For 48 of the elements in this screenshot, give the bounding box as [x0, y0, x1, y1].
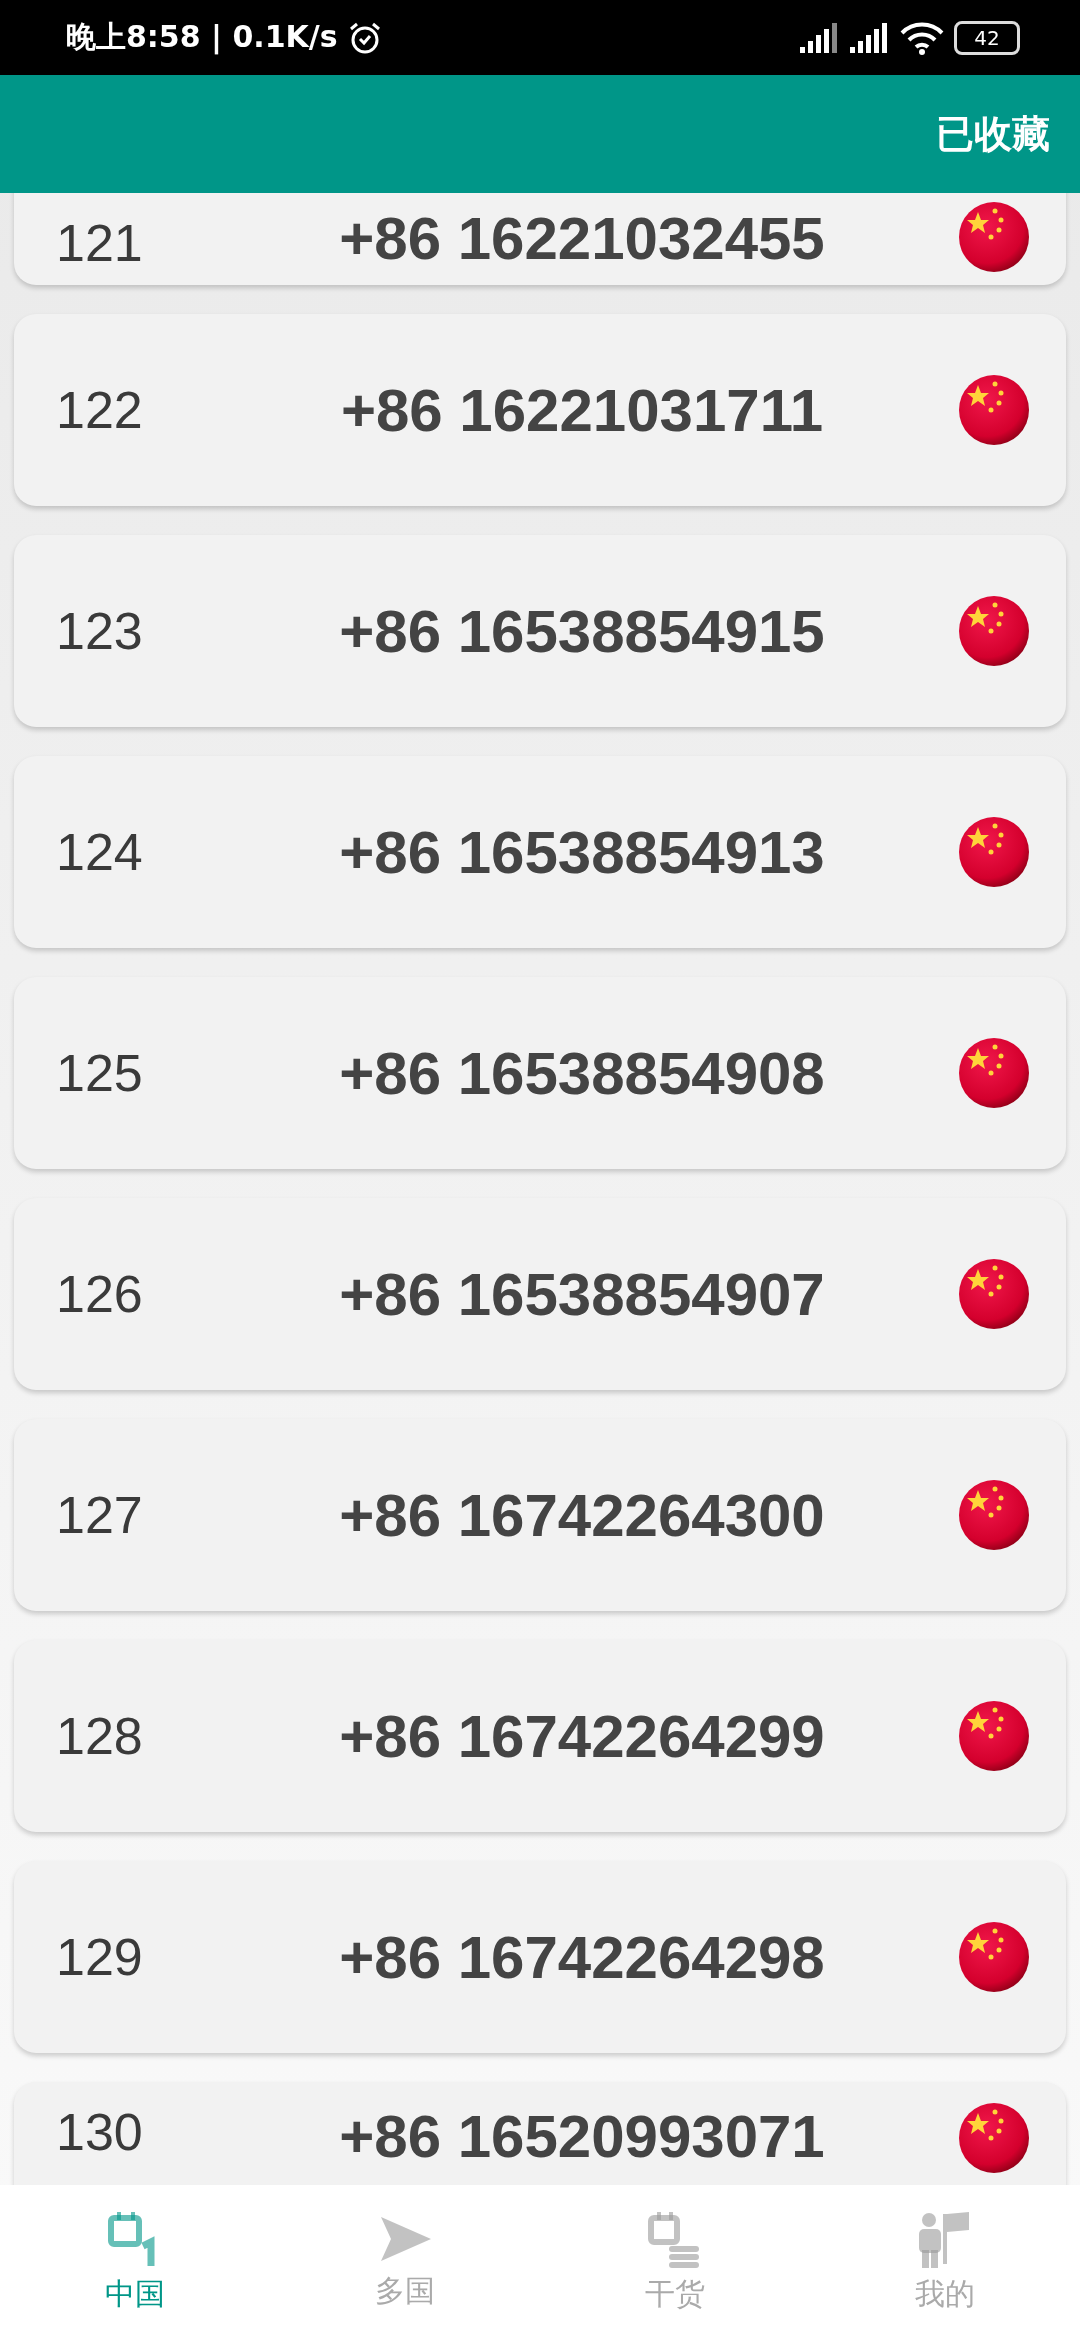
signal-icon: [800, 22, 840, 53]
row-index: 127: [56, 1485, 144, 1545]
phone-number: +86 16538854908: [338, 1038, 826, 1108]
china-flag-icon: [958, 2102, 1030, 2174]
row-index: 129: [56, 1927, 144, 1987]
china-flag-icon: [958, 201, 1030, 273]
alarm-icon: [347, 20, 382, 55]
row-index: 125: [56, 1043, 144, 1103]
wifi-icon: [900, 20, 944, 55]
china-flag-icon: [958, 816, 1030, 888]
row-index: 123: [56, 601, 144, 661]
row-index: 126: [56, 1264, 144, 1324]
china-flag-icon: [958, 1037, 1030, 1109]
china-flag-icon: [958, 1479, 1030, 1551]
phone-number: +86 16538854913: [338, 817, 826, 887]
number-card[interactable]: 123 +86 16538854915: [14, 535, 1066, 727]
phone-number: +86 16538854915: [338, 596, 826, 666]
row-index: 121: [56, 213, 144, 273]
number-card[interactable]: 127 +86 16742264300: [14, 1419, 1066, 1611]
battery-indicator: 42: [954, 20, 1020, 55]
phone-number: +86 16742264300: [338, 1480, 826, 1550]
number-card[interactable]: 125 +86 16538854908: [14, 977, 1066, 1169]
number-card[interactable]: 130 +86 16520993071: [14, 2082, 1066, 2185]
phone-number: +86 16742264298: [338, 1922, 826, 1992]
row-index: 122: [56, 380, 144, 440]
nav-tab[interactable]: 中国: [0, 2185, 270, 2340]
phone-number: +86 16520993071: [338, 2102, 826, 2171]
number-card[interactable]: 126 +86 16538854907: [14, 1198, 1066, 1390]
phone-number: +86 16742264299: [338, 1701, 826, 1771]
phone-number: +86 16221031711: [339, 375, 825, 445]
signal-icon: [850, 22, 890, 53]
favorites-link[interactable]: 已收藏: [936, 108, 1050, 160]
number-card[interactable]: 121 +86 16221032455: [14, 193, 1066, 285]
china-flag-icon: [958, 1700, 1030, 1772]
phone-number: +86 16538854907: [338, 1259, 826, 1329]
row-index: 130: [56, 2102, 144, 2162]
number-card[interactable]: 122 +86 16221031711: [14, 314, 1066, 506]
china-flag-icon: [958, 1258, 1030, 1330]
number-card[interactable]: 128 +86 16742264299: [14, 1640, 1066, 1832]
china-flag-icon: [958, 374, 1030, 446]
row-index: 124: [56, 822, 144, 882]
china-flag-icon: [958, 595, 1030, 667]
china-flag-icon: [958, 1921, 1030, 1993]
number-card[interactable]: 129 +86 16742264298: [14, 1861, 1066, 2053]
phone-number: +86 16221032455: [338, 204, 826, 273]
status-time: 晚上8:58 | 0.1K/s: [66, 18, 338, 57]
row-index: 128: [56, 1706, 144, 1766]
number-card[interactable]: 124 +86 16538854913: [14, 756, 1066, 948]
